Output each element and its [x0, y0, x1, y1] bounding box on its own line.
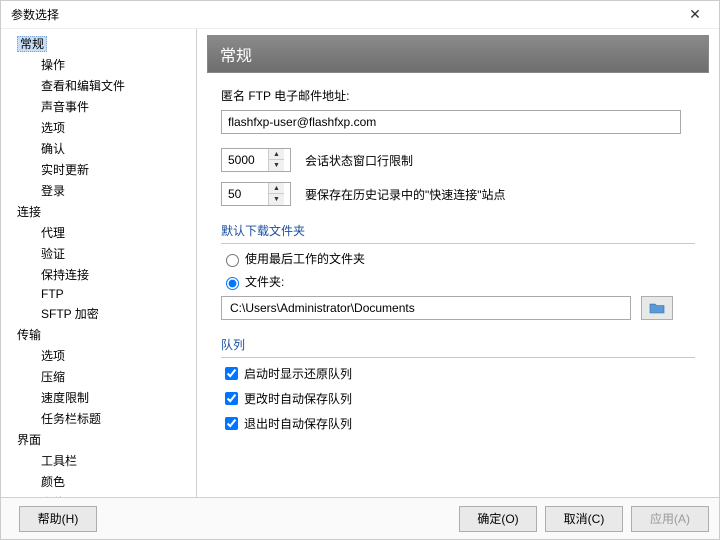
check-restore-queue[interactable]: 启动时显示还原队列 [221, 364, 695, 383]
window-title: 参数选择 [11, 6, 59, 23]
sidebar: 常规 操作 查看和编辑文件 声音事件 选项 确认 实时更新 登录 连接 代理 验… [1, 29, 197, 497]
sidebar-item-ftp[interactable]: FTP [1, 285, 196, 303]
folder-icon [649, 301, 665, 315]
footer: 帮助(H) 确定(O) 取消(C) 应用(A) [1, 497, 719, 539]
spinner-down-icon[interactable]: ▼ [269, 160, 284, 171]
radio-last-folder-label: 使用最后工作的文件夹 [245, 250, 365, 267]
sidebar-item-speed-limit[interactable]: 速度限制 [1, 387, 196, 408]
window-body: 常规 操作 查看和编辑文件 声音事件 选项 确认 实时更新 登录 连接 代理 验… [1, 29, 719, 497]
sidebar-item-confirm[interactable]: 确认 [1, 138, 196, 159]
close-button[interactable]: ✕ [675, 4, 715, 26]
sidebar-item-connection[interactable]: 连接 [1, 201, 196, 222]
anon-email-input[interactable] [221, 110, 681, 134]
check-restore-input[interactable] [225, 367, 238, 380]
sidebar-item-keepalive[interactable]: 保持连接 [1, 264, 196, 285]
titlebar: 参数选择 ✕ [1, 1, 719, 29]
apply-button[interactable]: 应用(A) [631, 506, 709, 532]
sidebar-item-proxy[interactable]: 代理 [1, 222, 196, 243]
radio-folder-input[interactable] [226, 277, 239, 290]
folder-path-input[interactable] [221, 296, 631, 320]
sidebar-item-sftp[interactable]: SFTP 加密 [1, 303, 196, 324]
radio-last-folder-input[interactable] [226, 254, 239, 267]
sidebar-item-colors[interactable]: 颜色 [1, 471, 196, 492]
sidebar-item-interface[interactable]: 界面 [1, 429, 196, 450]
history-spinner[interactable]: ▲ ▼ [221, 182, 291, 206]
check-autosave-exit[interactable]: 退出时自动保存队列 [221, 414, 695, 433]
cancel-button[interactable]: 取消(C) [545, 506, 623, 532]
sidebar-item-operations[interactable]: 操作 [1, 54, 196, 75]
sidebar-item-toolbar[interactable]: 工具栏 [1, 450, 196, 471]
radio-folder-label: 文件夹: [245, 273, 284, 290]
download-section-title: 默认下载文件夹 [221, 222, 695, 244]
session-limit-label: 会话状态窗口行限制 [305, 152, 413, 169]
check-autosave-exit-label: 退出时自动保存队列 [244, 415, 352, 432]
check-restore-label: 启动时显示还原队列 [244, 365, 352, 382]
panel-title: 常规 [207, 35, 709, 73]
sidebar-item-compression[interactable]: 压缩 [1, 366, 196, 387]
radio-last-folder[interactable]: 使用最后工作的文件夹 [221, 250, 695, 267]
help-button[interactable]: 帮助(H) [19, 506, 97, 532]
sidebar-item-general[interactable]: 常规 [1, 33, 196, 54]
session-limit-spinner[interactable]: ▲ ▼ [221, 148, 291, 172]
browse-folder-button[interactable] [641, 296, 673, 320]
spinner-up-icon[interactable]: ▲ [269, 149, 284, 160]
check-autosave-change-label: 更改时自动保存队列 [244, 390, 352, 407]
sidebar-item-sounds[interactable]: 声音事件 [1, 96, 196, 117]
queue-section-title: 队列 [221, 336, 695, 358]
sidebar-item-transfer[interactable]: 传输 [1, 324, 196, 345]
anon-email-label: 匿名 FTP 电子邮件地址: [221, 87, 695, 104]
check-autosave-change-input[interactable] [225, 392, 238, 405]
panel-body: 匿名 FTP 电子邮件地址: ▲ ▼ 会话状态窗口行限制 [207, 73, 709, 491]
history-input[interactable] [222, 185, 268, 203]
session-limit-input[interactable] [222, 151, 268, 169]
sidebar-item-view-edit-files[interactable]: 查看和编辑文件 [1, 75, 196, 96]
sidebar-item-live-update[interactable]: 实时更新 [1, 159, 196, 180]
radio-folder[interactable]: 文件夹: [221, 273, 695, 290]
spinner-up-icon[interactable]: ▲ [269, 183, 284, 194]
sidebar-item-transfer-options[interactable]: 选项 [1, 345, 196, 366]
check-autosave-change[interactable]: 更改时自动保存队列 [221, 389, 695, 408]
sidebar-item-options[interactable]: 选项 [1, 117, 196, 138]
spinner-down-icon[interactable]: ▼ [269, 194, 284, 205]
sidebar-item-taskbar-title[interactable]: 任务栏标题 [1, 408, 196, 429]
sidebar-item-identification[interactable]: 验证 [1, 243, 196, 264]
check-autosave-exit-input[interactable] [225, 417, 238, 430]
ok-button[interactable]: 确定(O) [459, 506, 537, 532]
close-icon: ✕ [689, 6, 701, 23]
sidebar-item-login[interactable]: 登录 [1, 180, 196, 201]
preferences-window: 参数选择 ✕ 常规 操作 查看和编辑文件 声音事件 选项 确认 实时更新 登录 … [0, 0, 720, 540]
history-label: 要保存在历史记录中的"快速连接"站点 [305, 186, 506, 203]
main-panel: 常规 匿名 FTP 电子邮件地址: ▲ ▼ 会话状态窗口行限制 [197, 29, 719, 497]
